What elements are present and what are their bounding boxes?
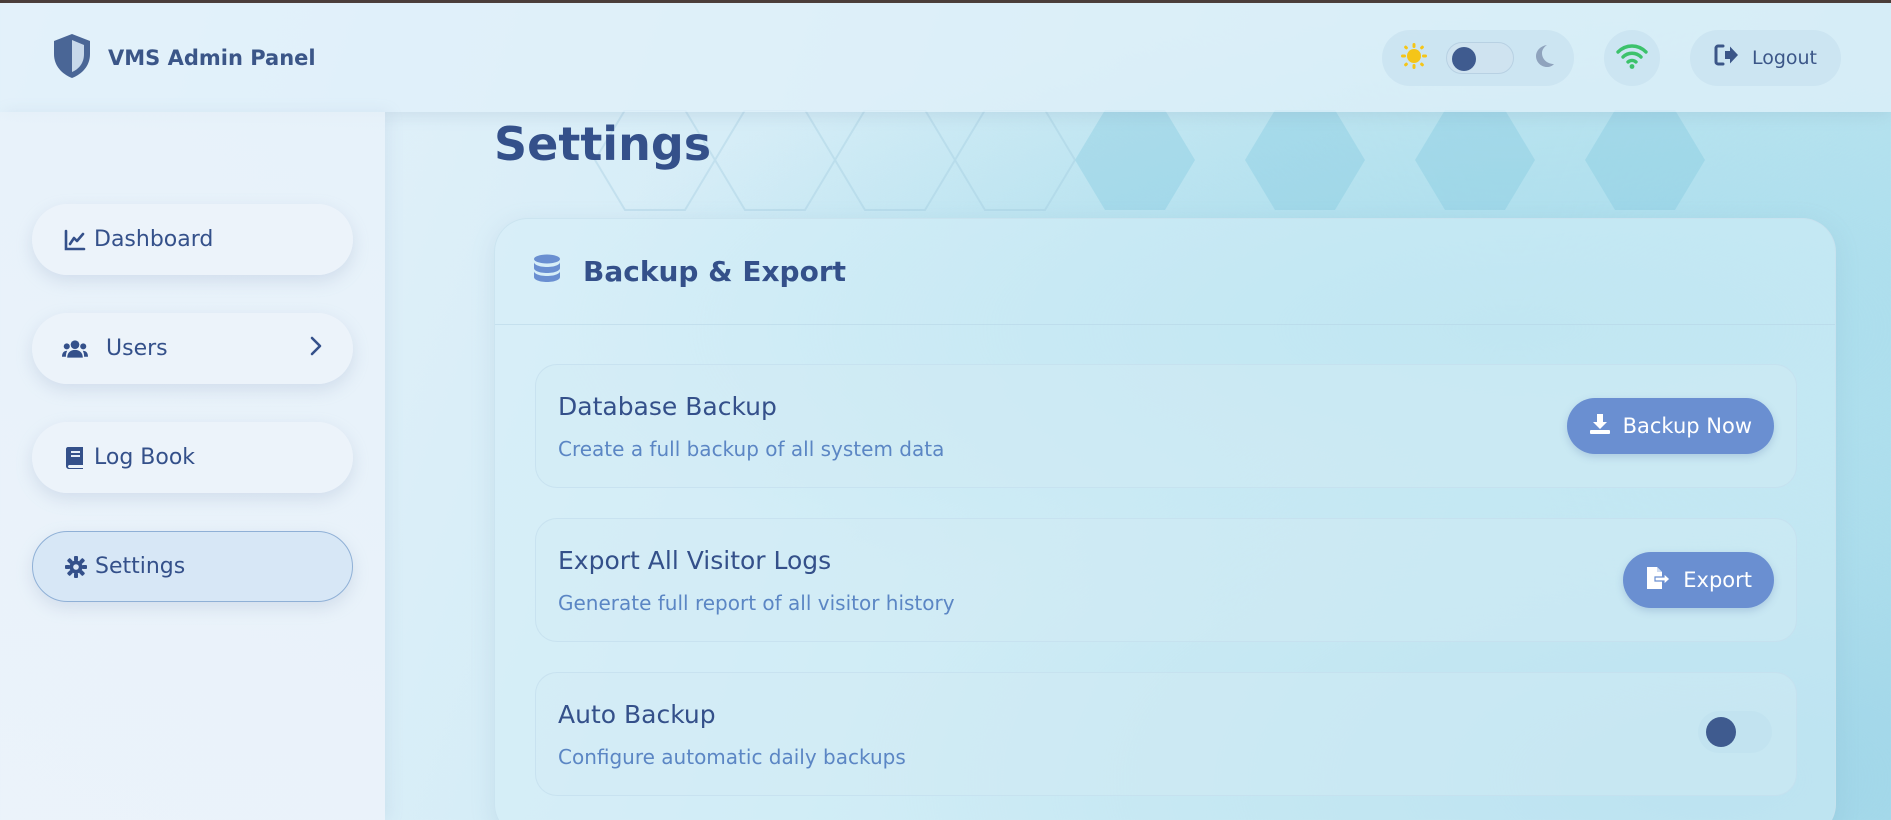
app-title: VMS Admin Panel <box>108 45 316 70</box>
backup-now-button[interactable]: Backup Now <box>1566 398 1774 454</box>
setting-title: Auto Backup <box>558 700 716 729</box>
sidebar-item-label: Users <box>106 336 168 361</box>
users-icon <box>62 338 88 360</box>
header-actions: Logout <box>1381 29 1841 86</box>
database-icon <box>533 254 561 290</box>
file-export-icon <box>1645 566 1672 595</box>
sidebar-item-label: Dashboard <box>94 227 214 252</box>
sidebar-item-dashboard[interactable]: Dashboard <box>32 204 353 275</box>
auto-backup-toggle[interactable] <box>1698 711 1772 753</box>
toggle-knob <box>1706 717 1736 747</box>
export-button[interactable]: Export <box>1623 552 1774 608</box>
backup-export-card: Backup & Export Database Backup Create a… <box>494 218 1836 820</box>
sidebar-item-label: Log Book <box>94 445 196 470</box>
sun-icon <box>1400 42 1428 74</box>
connection-status <box>1603 29 1660 86</box>
page-title: Settings <box>494 117 712 171</box>
logout-button[interactable]: Logout <box>1689 29 1841 86</box>
chart-line-icon <box>62 229 88 251</box>
chevron-right-icon <box>309 336 323 362</box>
button-label: Backup Now <box>1622 414 1752 438</box>
theme-toggle[interactable] <box>1381 29 1574 86</box>
logout-label: Logout <box>1751 46 1817 69</box>
download-icon <box>1589 413 1611 440</box>
book-icon <box>62 446 88 470</box>
moon-icon <box>1532 43 1556 73</box>
setting-row-auto-backup: Auto Backup Configure automatic daily ba… <box>535 672 1797 796</box>
setting-row-database-backup: Database Backup Create a full backup of … <box>535 364 1797 488</box>
sidebar-item-users[interactable]: Users <box>32 313 353 384</box>
sidebar-item-label: Settings <box>95 554 186 579</box>
setting-title: Database Backup <box>558 392 777 421</box>
top-header: VMS Admin Panel Logout <box>0 3 1891 112</box>
gear-icon <box>63 555 89 578</box>
setting-row-export-visitor-logs: Export All Visitor Logs Generate full re… <box>535 518 1797 642</box>
theme-toggle-switch[interactable] <box>1445 41 1514 74</box>
setting-description: Configure automatic daily backups <box>558 745 906 769</box>
card-title: Backup & Export <box>583 255 847 288</box>
sidebar-item-log-book[interactable]: Log Book <box>32 422 353 493</box>
setting-title: Export All Visitor Logs <box>558 546 832 575</box>
sidebar: Dashboard Users Log Book Settings <box>0 112 385 820</box>
wifi-icon <box>1615 42 1649 74</box>
card-header: Backup & Export <box>495 219 1835 325</box>
theme-toggle-knob <box>1451 46 1476 71</box>
shield-icon <box>50 32 94 84</box>
logout-icon <box>1714 43 1740 72</box>
sidebar-item-settings[interactable]: Settings <box>32 531 353 602</box>
brand: VMS Admin Panel <box>50 32 316 84</box>
button-label: Export <box>1683 568 1752 592</box>
setting-description: Generate full report of all visitor hist… <box>558 591 955 615</box>
setting-description: Create a full backup of all system data <box>558 437 945 461</box>
